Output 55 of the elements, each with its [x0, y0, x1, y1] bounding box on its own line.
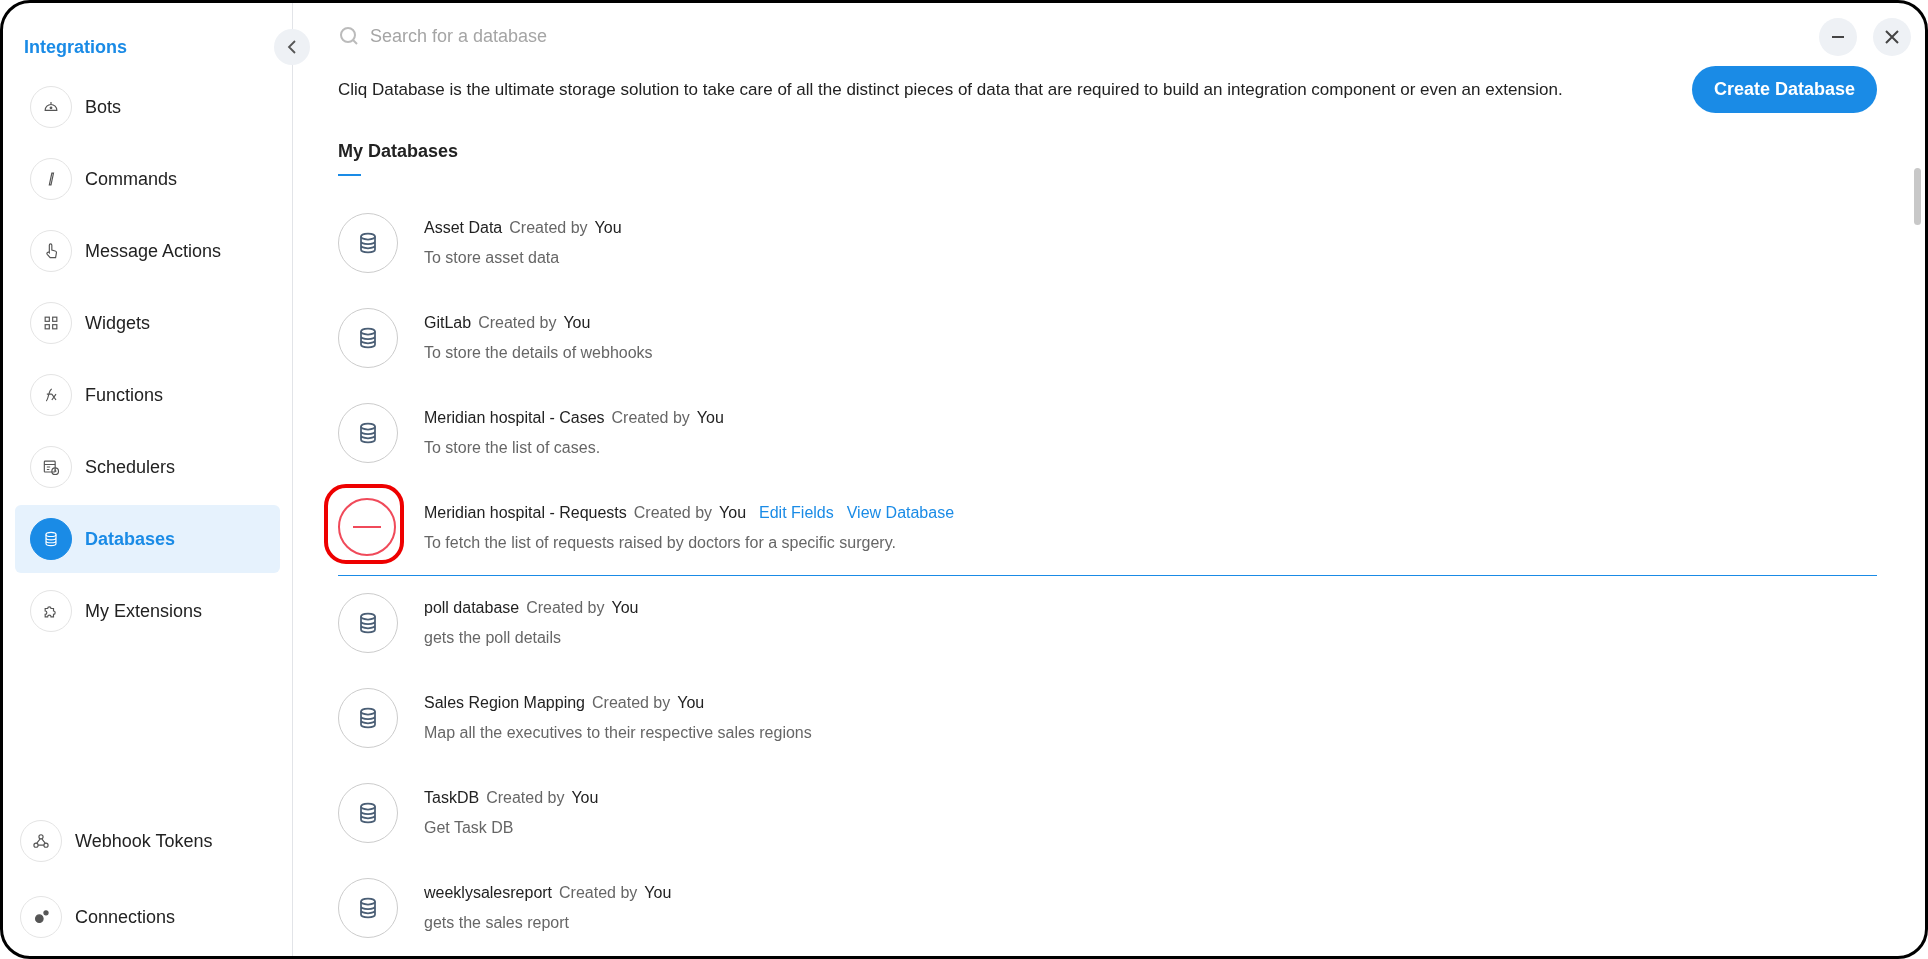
created-by-label: Created by	[592, 694, 671, 712]
database-description: gets the poll details	[424, 629, 562, 647]
created-by-label: Created by	[526, 599, 605, 617]
sidebar-item[interactable]: Commands	[15, 145, 280, 213]
chevron-left-icon	[288, 40, 296, 54]
database-description: To store asset data	[424, 249, 561, 267]
close-button[interactable]	[1873, 17, 1911, 56]
scrollbar-thumb[interactable]	[1914, 168, 1921, 225]
created-by-label: Created by	[509, 219, 588, 237]
database-name[interactable]: poll database	[424, 599, 520, 617]
database-name[interactable]: GitLab	[424, 314, 472, 332]
database-description: Get Task DB	[424, 819, 515, 837]
created-by-label: Created by	[478, 314, 557, 332]
database-description: To store the details of webhooks	[424, 344, 653, 362]
database-name[interactable]: Asset Data	[424, 219, 503, 237]
sidebar-item[interactable]: Message Actions	[15, 217, 280, 285]
section-title: My Databases	[338, 141, 459, 176]
database-name[interactable]: Sales Region Mapping	[424, 694, 585, 712]
created-by-label: Created by	[611, 409, 690, 427]
database-name[interactable]: weeklysalesreport	[424, 884, 553, 902]
owner-name: You	[594, 219, 622, 237]
create-database-button[interactable]: Create Database	[1691, 66, 1877, 113]
owner-name: You	[563, 314, 591, 332]
database-description: Map all the executives to their respective sales regions	[424, 724, 812, 742]
created-by-label: Created by	[559, 884, 638, 902]
action-link[interactable]: Edit Fields	[759, 504, 834, 522]
database-description: gets the sales report	[424, 914, 570, 932]
minus-icon	[353, 526, 381, 528]
delete-button[interactable]	[338, 498, 396, 556]
collapse-button[interactable]	[274, 29, 310, 65]
created-by-label: Created by	[633, 504, 713, 522]
sidebar-item[interactable]: Functions	[15, 361, 280, 429]
owner-name: You	[677, 694, 705, 712]
database-name[interactable]: TaskDB	[424, 789, 480, 807]
sidebar-item[interactable]: Widgets	[15, 289, 280, 357]
database-description: To fetch the list of requests raised by doctors for a specific surgery.	[424, 534, 897, 552]
owner-name: You	[611, 599, 639, 617]
created-by-label: Created by	[486, 789, 565, 807]
sidebar-item[interactable]: Webhook Tokens	[5, 806, 292, 876]
minimize-icon	[1832, 35, 1844, 38]
description-text: Cliq Database is the ultimate storage solution to take care of all the distinct pieces of data that are required to build an integration component or even an extension.	[338, 79, 1563, 100]
sidebar-item[interactable]: Bots	[15, 73, 280, 141]
webhook-icon	[31, 831, 51, 851]
database-description: To store the list of cases.	[424, 439, 602, 457]
sidebar-item[interactable]: My Extensions	[15, 577, 280, 645]
database-name[interactable]: Meridian hospital - Cases	[424, 409, 605, 427]
owner-name: You	[571, 789, 599, 807]
sidebar-title: Integrations	[24, 36, 127, 58]
owner-name: You	[719, 504, 747, 522]
sidebar-item[interactable]: Schedulers	[15, 433, 280, 501]
action-link[interactable]: View Database	[846, 504, 955, 522]
owner-name: You	[644, 884, 672, 902]
database-name[interactable]: Meridian hospital - Requests	[424, 504, 627, 522]
sidebar-item[interactable]: Connections	[5, 882, 292, 952]
owner-name: You	[696, 409, 724, 427]
